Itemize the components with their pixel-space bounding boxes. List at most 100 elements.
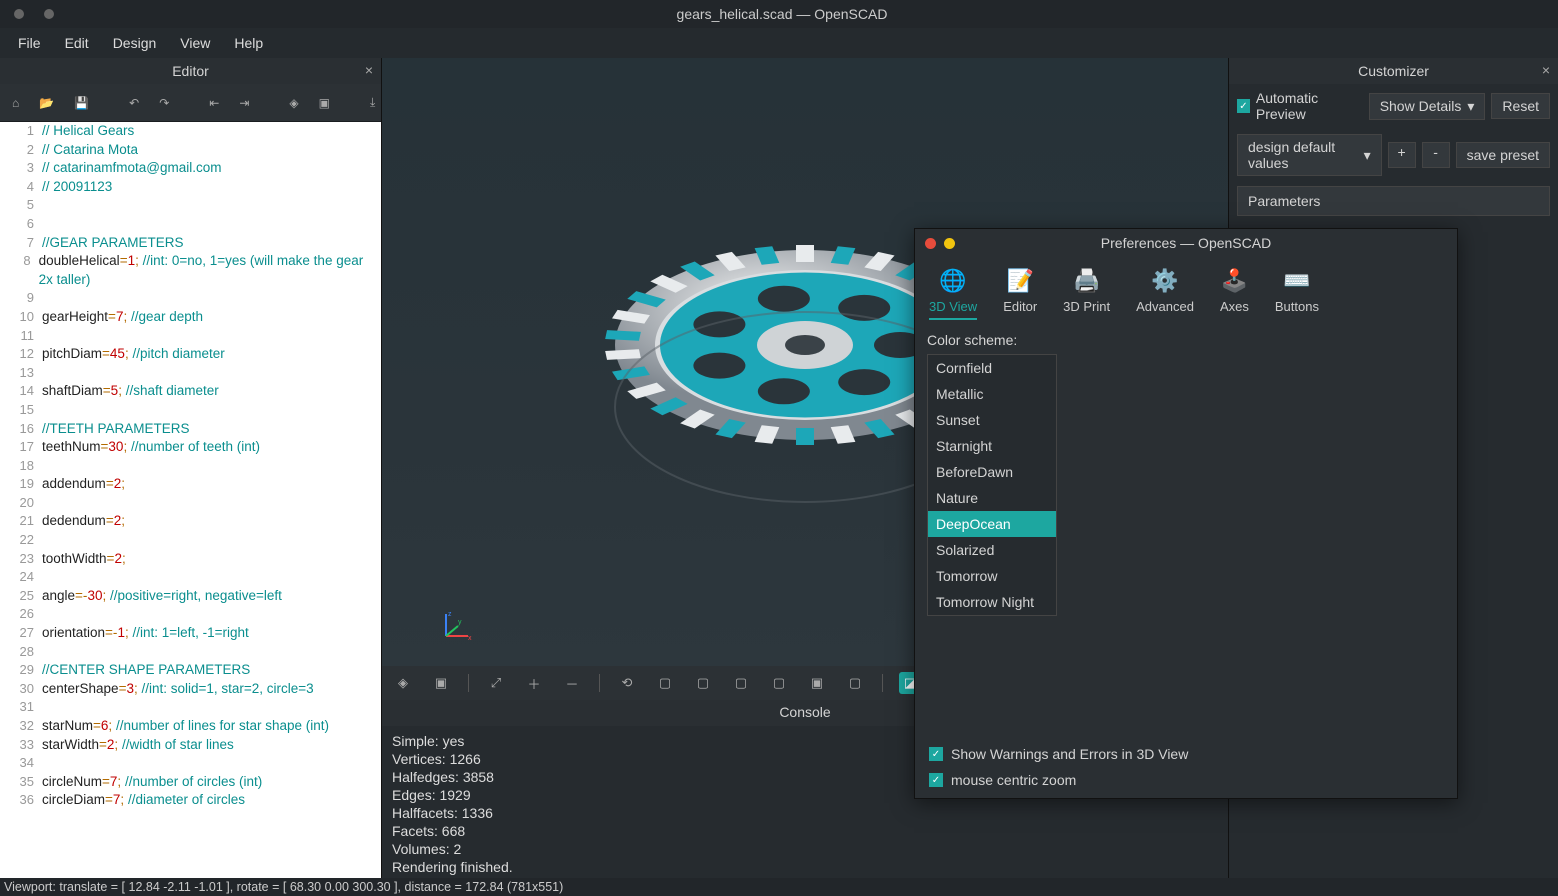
reset-view-icon[interactable]: ⟲: [616, 672, 638, 694]
view-front-icon[interactable]: ▣: [806, 672, 828, 694]
code-line[interactable]: 26: [0, 605, 381, 624]
code-line[interactable]: 34: [0, 754, 381, 773]
tab-buttons[interactable]: ⌨️Buttons: [1275, 267, 1319, 320]
tab-3dview[interactable]: 🌐3D View: [929, 267, 977, 320]
scheme-item[interactable]: Starnight: [928, 433, 1056, 459]
code-line[interactable]: 17teethNum=30; //number of teeth (int): [0, 438, 381, 457]
code-line[interactable]: 5: [0, 196, 381, 215]
open-icon[interactable]: 📂: [39, 95, 54, 111]
code-line[interactable]: 31: [0, 698, 381, 717]
code-line[interactable]: 4// 20091123: [0, 178, 381, 197]
preview-icon[interactable]: ◈: [392, 672, 414, 694]
code-line[interactable]: 9: [0, 289, 381, 308]
redo-icon[interactable]: ↷: [159, 95, 169, 111]
scheme-item[interactable]: DeepOcean: [928, 511, 1056, 537]
code-line[interactable]: 3// catarinamfmota@gmail.com: [0, 159, 381, 178]
code-line[interactable]: 20: [0, 494, 381, 513]
code-line[interactable]: 35circleNum=7; //number of circles (int): [0, 773, 381, 792]
code-line[interactable]: 29//CENTER SHAPE PARAMETERS: [0, 661, 381, 680]
code-line[interactable]: 10gearHeight=7; //gear depth: [0, 308, 381, 327]
show-warnings-checkbox[interactable]: ✓: [929, 747, 943, 761]
scheme-item[interactable]: Nature: [928, 485, 1056, 511]
render-icon[interactable]: ▣: [319, 95, 330, 111]
code-line[interactable]: 8doubleHelical=1; //int: 0=no, 1=yes (wi…: [0, 252, 381, 289]
zoom-in-icon[interactable]: ＋: [523, 672, 545, 694]
window-control-dot[interactable]: [44, 9, 54, 19]
save-icon[interactable]: 💾: [74, 95, 89, 111]
close-icon[interactable]: [925, 238, 936, 249]
menu-design[interactable]: Design: [101, 29, 169, 57]
menu-file[interactable]: File: [6, 29, 53, 57]
undo-icon[interactable]: ↶: [129, 95, 139, 111]
code-editor[interactable]: 1// Helical Gears2// Catarina Mota3// ca…: [0, 122, 381, 878]
code-line[interactable]: 15: [0, 401, 381, 420]
scheme-item[interactable]: Cornfield: [928, 355, 1056, 381]
code-line[interactable]: 21dedendum=2;: [0, 512, 381, 531]
preview-icon[interactable]: ◈: [289, 95, 298, 111]
zoom-out-icon[interactable]: －: [561, 672, 583, 694]
code-line[interactable]: 18: [0, 457, 381, 476]
scheme-item[interactable]: Metallic: [928, 381, 1056, 407]
render-icon[interactable]: ▣: [430, 672, 452, 694]
close-icon[interactable]: ×: [1542, 62, 1550, 78]
code-line[interactable]: 36circleDiam=7; //diameter of circles: [0, 791, 381, 810]
code-line[interactable]: 19addendum=2;: [0, 475, 381, 494]
view-right-icon[interactable]: ▢: [654, 672, 676, 694]
menu-help[interactable]: Help: [222, 29, 275, 57]
line-number: 11: [0, 327, 42, 346]
tab-3dprint[interactable]: 🖨️3D Print: [1063, 267, 1110, 320]
add-preset-button[interactable]: +: [1388, 142, 1416, 168]
view-top-icon[interactable]: ▢: [692, 672, 714, 694]
zoom-all-icon[interactable]: ⤢: [485, 672, 507, 694]
show-details-dropdown[interactable]: Show Details▾: [1369, 93, 1486, 120]
scheme-item[interactable]: Solarized: [928, 537, 1056, 563]
remove-preset-button[interactable]: -: [1422, 142, 1450, 168]
preferences-titlebar[interactable]: Preferences — OpenSCAD: [915, 229, 1457, 257]
code-line[interactable]: 11: [0, 327, 381, 346]
indent-icon[interactable]: ⇥: [239, 95, 249, 111]
menu-edit[interactable]: Edit: [53, 29, 101, 57]
tab-advanced[interactable]: ⚙️Advanced: [1136, 267, 1194, 320]
code-line[interactable]: 28: [0, 643, 381, 662]
tab-axes[interactable]: 🕹️Axes: [1220, 267, 1249, 320]
code-line[interactable]: 23toothWidth=2;: [0, 550, 381, 569]
code-line[interactable]: 25angle=-30; //positive=right, negative=…: [0, 587, 381, 606]
code-line[interactable]: 32starNum=6; //number of lines for star …: [0, 717, 381, 736]
mouse-zoom-checkbox[interactable]: ✓: [929, 773, 943, 787]
export-icon[interactable]: ⤓: [370, 95, 375, 111]
view-bottom-icon[interactable]: ▢: [730, 672, 752, 694]
code-line[interactable]: 1// Helical Gears: [0, 122, 381, 141]
new-icon[interactable]: ⌂: [12, 95, 19, 111]
scheme-item[interactable]: Sunset: [928, 407, 1056, 433]
tab-editor[interactable]: 📝Editor: [1003, 267, 1037, 320]
preset-dropdown[interactable]: design default values▾: [1237, 134, 1382, 176]
view-back-icon[interactable]: ▢: [844, 672, 866, 694]
scheme-item[interactable]: Tomorrow: [928, 563, 1056, 589]
minimize-icon[interactable]: [944, 238, 955, 249]
code-line[interactable]: 2// Catarina Mota: [0, 141, 381, 160]
code-line[interactable]: 33starWidth=2; //width of star lines: [0, 736, 381, 755]
window-control-dot[interactable]: [14, 9, 24, 19]
code-line[interactable]: 24: [0, 568, 381, 587]
save-preset-button[interactable]: save preset: [1456, 142, 1550, 168]
code-line[interactable]: 6: [0, 215, 381, 234]
code-line[interactable]: 16//TEETH PARAMETERS: [0, 420, 381, 439]
reset-button[interactable]: Reset: [1491, 93, 1550, 119]
code-content: teethNum=30; //number of teeth (int): [42, 438, 260, 457]
code-line[interactable]: 13: [0, 364, 381, 383]
parameters-header[interactable]: Parameters: [1237, 186, 1550, 216]
color-scheme-list[interactable]: CornfieldMetallicSunsetStarnightBeforeDa…: [927, 354, 1057, 616]
code-line[interactable]: 30centerShape=3; //int: solid=1, star=2,…: [0, 680, 381, 699]
auto-preview-checkbox[interactable]: ✓: [1237, 99, 1250, 113]
code-line[interactable]: 12pitchDiam=45; //pitch diameter: [0, 345, 381, 364]
unindent-icon[interactable]: ⇤: [209, 95, 219, 111]
scheme-item[interactable]: Tomorrow Night: [928, 589, 1056, 615]
close-icon[interactable]: ×: [365, 62, 373, 78]
scheme-item[interactable]: BeforeDawn: [928, 459, 1056, 485]
view-left-icon[interactable]: ▢: [768, 672, 790, 694]
code-line[interactable]: 14shaftDiam=5; //shaft diameter: [0, 382, 381, 401]
menu-view[interactable]: View: [168, 29, 222, 57]
code-line[interactable]: 7//GEAR PARAMETERS: [0, 234, 381, 253]
code-line[interactable]: 22: [0, 531, 381, 550]
code-line[interactable]: 27orientation=-1; //int: 1=left, -1=righ…: [0, 624, 381, 643]
